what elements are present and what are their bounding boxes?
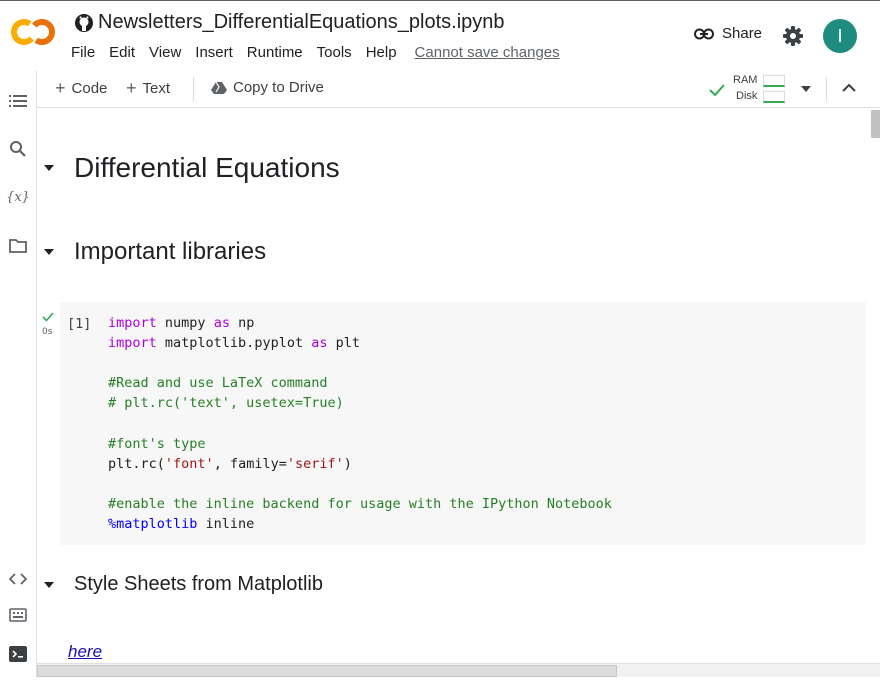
notebook-title[interactable]: Newsletters_DifferentialEquations_plots.…	[98, 11, 505, 34]
vertical-scrollbar[interactable]	[869, 108, 880, 663]
colab-logo[interactable]	[10, 17, 56, 47]
code-line[interactable]	[108, 413, 612, 433]
menu-tools[interactable]: Tools	[317, 44, 359, 61]
here-link[interactable]: here	[68, 642, 102, 662]
chevron-down-icon[interactable]	[801, 86, 811, 92]
code-line[interactable]	[108, 353, 612, 373]
plus-icon: +	[126, 78, 137, 98]
disk-usage-bar	[763, 91, 785, 103]
code-line[interactable]: import numpy as np	[108, 313, 612, 333]
files-icon[interactable]	[8, 236, 28, 256]
notebook-toolbar: + Code + Text Copy to Drive RAM Disk	[37, 70, 880, 108]
drive-icon	[211, 81, 227, 94]
disk-label: Disk	[736, 90, 758, 102]
code-line[interactable]: # plt.rc('text', usetex=True)	[108, 393, 612, 413]
menu-runtime[interactable]: Runtime	[247, 44, 310, 61]
notebook-title-row: Newsletters_DifferentialEquations_plots.…	[74, 11, 505, 34]
ram-usage-bar	[763, 75, 785, 87]
vertical-scroll-thumb[interactable]	[871, 110, 880, 138]
heading-3: Style Sheets from Matplotlib	[74, 573, 323, 595]
menu-bar: File Edit View Insert Runtime Tools Help…	[71, 44, 560, 61]
menu-file[interactable]: File	[71, 44, 102, 61]
section-differential-equations: Differential Equations	[44, 152, 340, 184]
toolbar-divider	[826, 77, 827, 101]
share-label: Share	[722, 25, 763, 42]
share-button[interactable]: Share	[694, 25, 762, 42]
executed-check-icon	[42, 312, 54, 322]
table-of-contents-icon[interactable]	[8, 91, 28, 111]
link-icon	[694, 28, 714, 39]
horizontal-scrollbar[interactable]	[37, 663, 880, 677]
menu-edit[interactable]: Edit	[109, 44, 142, 61]
code-line[interactable]: plt.rc('font', family='serif')	[108, 454, 612, 474]
copy-to-drive-label: Copy to Drive	[233, 79, 324, 96]
terminal-icon[interactable]	[8, 644, 28, 664]
horizontal-scroll-thumb[interactable]	[37, 665, 617, 677]
app-header: Newsletters_DifferentialEquations_plots.…	[0, 0, 880, 70]
code-line[interactable]: #enable the inline backend for usage wit…	[108, 494, 612, 514]
connected-check-icon	[709, 84, 725, 96]
toolbar-divider	[193, 77, 194, 101]
resources-indicator[interactable]: RAM Disk	[709, 72, 819, 106]
collapse-caret-icon[interactable]	[44, 165, 54, 171]
code-editor[interactable]: import numpy as np import matplotlib.pypl…	[108, 313, 612, 534]
code-line[interactable]: import matplotlib.pyplot as plt	[108, 333, 612, 353]
code-line[interactable]: %matplotlib inline	[108, 514, 612, 534]
save-status-link[interactable]: Cannot save changes	[415, 44, 560, 61]
menu-view[interactable]: View	[149, 44, 188, 61]
command-palette-icon[interactable]	[8, 605, 28, 625]
code-snippets-icon[interactable]	[8, 569, 28, 589]
add-code-label: Code	[71, 79, 108, 97]
add-code-button[interactable]: + Code	[55, 79, 107, 97]
copy-to-drive-button[interactable]: Copy to Drive	[211, 79, 324, 96]
heading-1: Differential Equations	[74, 152, 340, 183]
heading-2: Important libraries	[74, 238, 267, 265]
menu-help[interactable]: Help	[366, 44, 404, 61]
code-line[interactable]	[108, 474, 612, 494]
menu-insert[interactable]: Insert	[195, 44, 240, 61]
variables-icon[interactable]: {x}	[6, 187, 30, 207]
github-icon	[75, 13, 93, 32]
collapse-caret-icon[interactable]	[44, 581, 54, 588]
execution-count[interactable]: [1]	[67, 316, 91, 332]
ram-label: RAM	[733, 74, 758, 86]
section-style-sheets: Style Sheets from Matplotlib	[44, 573, 323, 596]
add-text-label: Text	[142, 79, 171, 97]
gear-icon[interactable]	[782, 25, 804, 47]
add-text-button[interactable]: + Text	[126, 79, 170, 97]
section-important-libraries: Important libraries	[44, 238, 266, 266]
code-line[interactable]: #Read and use LaTeX command	[108, 373, 612, 393]
notebook-content: Differential Equations Important librari…	[37, 108, 869, 663]
collapse-caret-icon[interactable]	[44, 249, 54, 255]
plus-icon: +	[55, 78, 66, 98]
execution-time: 0s	[42, 327, 53, 337]
search-icon[interactable]	[8, 139, 28, 159]
left-rail: {x}	[0, 70, 37, 685]
avatar[interactable]: I	[823, 19, 857, 53]
status-bar	[0, 677, 880, 685]
code-line[interactable]: #font's type	[108, 434, 612, 454]
avatar-initial: I	[837, 25, 843, 46]
chevron-up-icon[interactable]	[842, 83, 856, 92]
